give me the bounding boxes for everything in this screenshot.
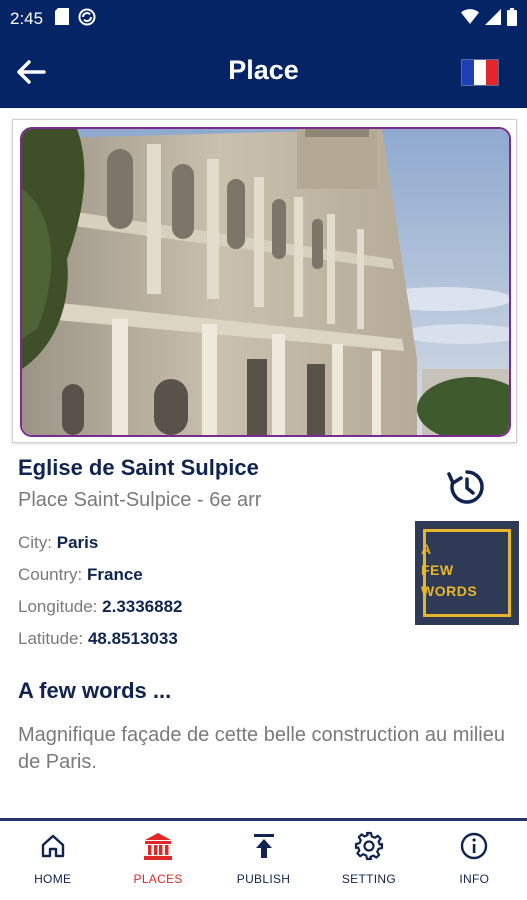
battery-icon — [507, 7, 517, 31]
nav-home-label: HOME — [34, 872, 72, 886]
longitude-label: Longitude: — [18, 597, 98, 616]
status-time: 2:45 — [10, 9, 44, 28]
nav-places-label: PLACES — [133, 872, 183, 886]
badge-line-2: FEW — [421, 562, 454, 578]
nav-publish-label: PUBLISH — [236, 872, 291, 886]
nav-setting-label: SETTING — [341, 872, 396, 886]
few-words-title: A few words ... — [18, 678, 172, 703]
few-words-button[interactable]: A FEW WORDS — [415, 521, 519, 625]
place-name: Eglise de Saint Sulpice — [18, 455, 259, 480]
bottom-nav: HOME PLACES PUBLISH SETTING INFO — [0, 818, 527, 900]
nav-info-label: INFO — [459, 872, 490, 886]
photo-card — [12, 119, 517, 443]
latitude-row: Latitude: 48.8513033 — [18, 629, 178, 649]
badge-line-1: A — [421, 541, 432, 557]
status-bar: 2:45 — [0, 0, 527, 38]
nav-places[interactable]: PLACES — [105, 821, 210, 900]
history-icon — [447, 470, 484, 504]
monument-icon — [144, 833, 173, 860]
gear-icon — [354, 831, 384, 861]
sync-icon — [78, 8, 96, 31]
upload-icon — [253, 834, 274, 858]
nav-home[interactable]: HOME — [0, 821, 105, 900]
country-value: France — [86, 565, 143, 584]
nav-info[interactable]: INFO — [422, 821, 527, 900]
home-icon — [41, 834, 64, 858]
wifi-icon — [461, 9, 479, 29]
city-row: City: Paris — [18, 533, 98, 553]
longitude-value: 2.3336882 — [102, 597, 183, 616]
signal-icon — [485, 8, 501, 30]
latitude-label: Latitude: — [18, 629, 84, 648]
france-flag-icon[interactable] — [461, 59, 499, 86]
place-description: Magnifique façade de cette belle constru… — [18, 724, 505, 773]
place-photo[interactable] — [20, 127, 511, 437]
city-value: Paris — [56, 533, 99, 552]
nav-setting[interactable]: SETTING — [316, 821, 421, 900]
place-address: Place Saint-Sulpice - 6e arr — [18, 489, 262, 511]
page-title: Place — [228, 55, 299, 85]
app-bar: Place — [0, 38, 527, 108]
longitude-row: Longitude: 2.3336882 — [18, 597, 183, 617]
few-words-badge-text: A FEW WORDS — [421, 539, 477, 602]
sd-card-icon — [55, 8, 70, 30]
info-icon — [461, 832, 488, 860]
country-row: Country: France — [18, 565, 143, 585]
country-label: Country: — [18, 565, 83, 584]
city-label: City: — [18, 533, 52, 552]
latitude-value: 48.8513033 — [87, 629, 178, 648]
nav-publish[interactable]: PUBLISH — [211, 821, 316, 900]
refresh-button[interactable] — [445, 465, 489, 509]
badge-line-3: WORDS — [421, 583, 478, 599]
